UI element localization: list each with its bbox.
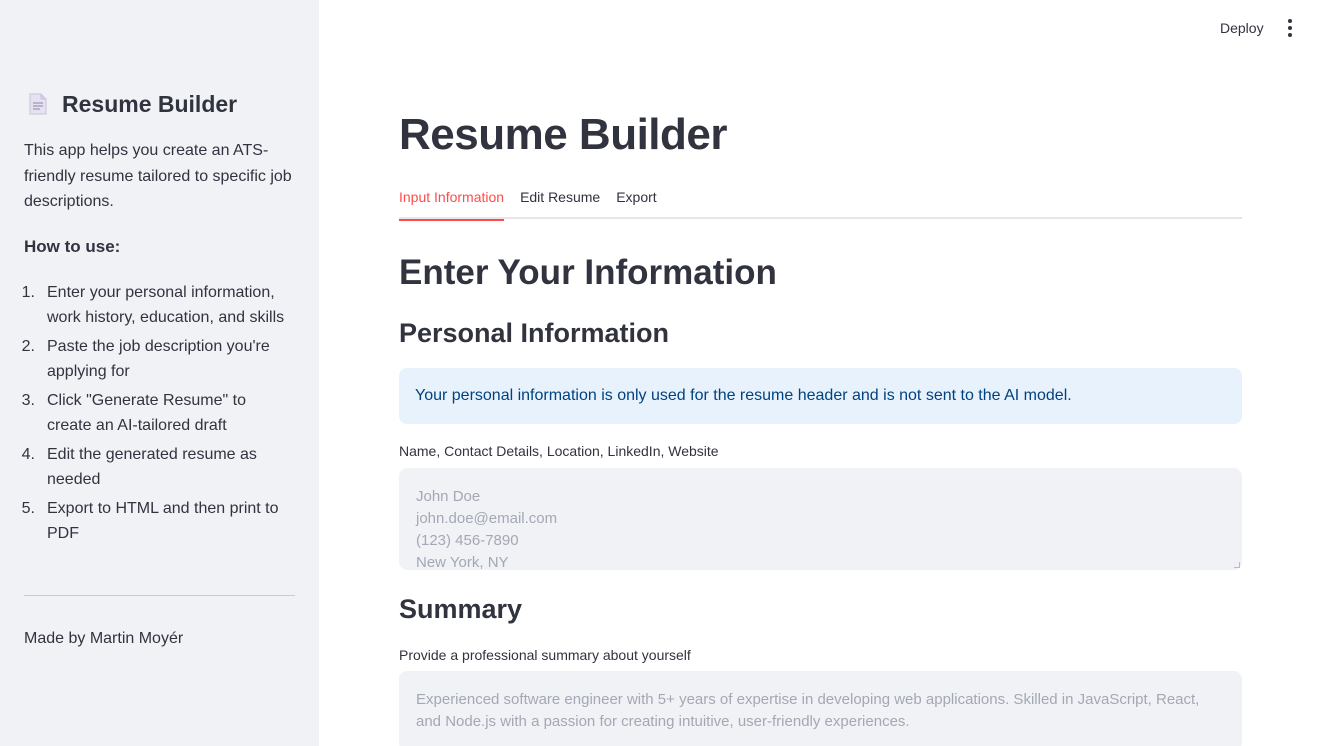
list-item: 3. Click "Generate Resume" to create an A… — [22, 388, 294, 438]
step-text: Click "Generate Resume" to create an AI-… — [47, 392, 246, 434]
tab-edit-resume[interactable]: Edit Resume — [520, 187, 600, 219]
how-to-heading: How to use: — [24, 237, 121, 256]
step-number: 4. — [21, 446, 35, 463]
list-item: 2. Paste the job description you're apply… — [22, 334, 294, 384]
list-item: 5. Export to HTML and then print to PDF — [22, 496, 294, 546]
personal-info-heading: Personal Information — [399, 318, 670, 348]
step-number: 1. — [21, 284, 35, 301]
document-icon — [24, 90, 52, 118]
section-heading: Enter Your Information — [399, 253, 777, 292]
summary-heading: Summary — [399, 594, 523, 624]
personal-info-textarea[interactable]: John Doe john.doe@email.com (123) 456-78… — [399, 468, 1242, 570]
sidebar-footer: Made by Martin Moyér — [24, 630, 184, 647]
info-alert-text: Your personal information is only used f… — [415, 387, 1072, 404]
step-text: Edit the generated resume as needed — [47, 446, 257, 488]
summary-textarea[interactable]: Experienced software engineer with 5+ ye… — [399, 671, 1242, 746]
step-text: Paste the job description you're applyin… — [47, 338, 270, 380]
step-text: Enter your personal information, work hi… — [47, 284, 285, 326]
sidebar-description: This app helps you create an ATS-friendl… — [24, 142, 292, 210]
sidebar-title: Resume Builder — [24, 90, 237, 118]
more-menu-icon[interactable] — [1282, 18, 1298, 38]
list-item: 1. Enter your personal information, work … — [22, 280, 294, 330]
sidebar-title-text: Resume Builder — [62, 90, 238, 117]
tab-bar: Input Information Edit Resume Export — [399, 187, 1242, 221]
info-alert: Your personal information is only used f… — [399, 368, 1242, 424]
step-number: 3. — [21, 392, 35, 409]
step-number: 5. — [21, 500, 35, 517]
summary-label: Provide a professional summary about you… — [399, 647, 691, 663]
step-number: 2. — [21, 338, 35, 355]
list-item: 4. Edit the generated resume as needed — [22, 442, 294, 492]
sidebar: Resume Builder This app helps you create… — [0, 0, 319, 746]
tab-input-information[interactable]: Input Information — [399, 187, 505, 221]
deploy-button[interactable]: Deploy — [1212, 18, 1272, 38]
step-text: Export to HTML and then print to PDF — [47, 500, 279, 542]
how-to-steps: 1. Enter your personal information, work … — [22, 280, 294, 550]
tab-export[interactable]: Export — [616, 187, 656, 219]
sidebar-divider — [24, 595, 295, 596]
personal-info-label: Name, Contact Details, Location, LinkedI… — [399, 443, 719, 459]
page-title: Resume Builder — [399, 110, 727, 159]
